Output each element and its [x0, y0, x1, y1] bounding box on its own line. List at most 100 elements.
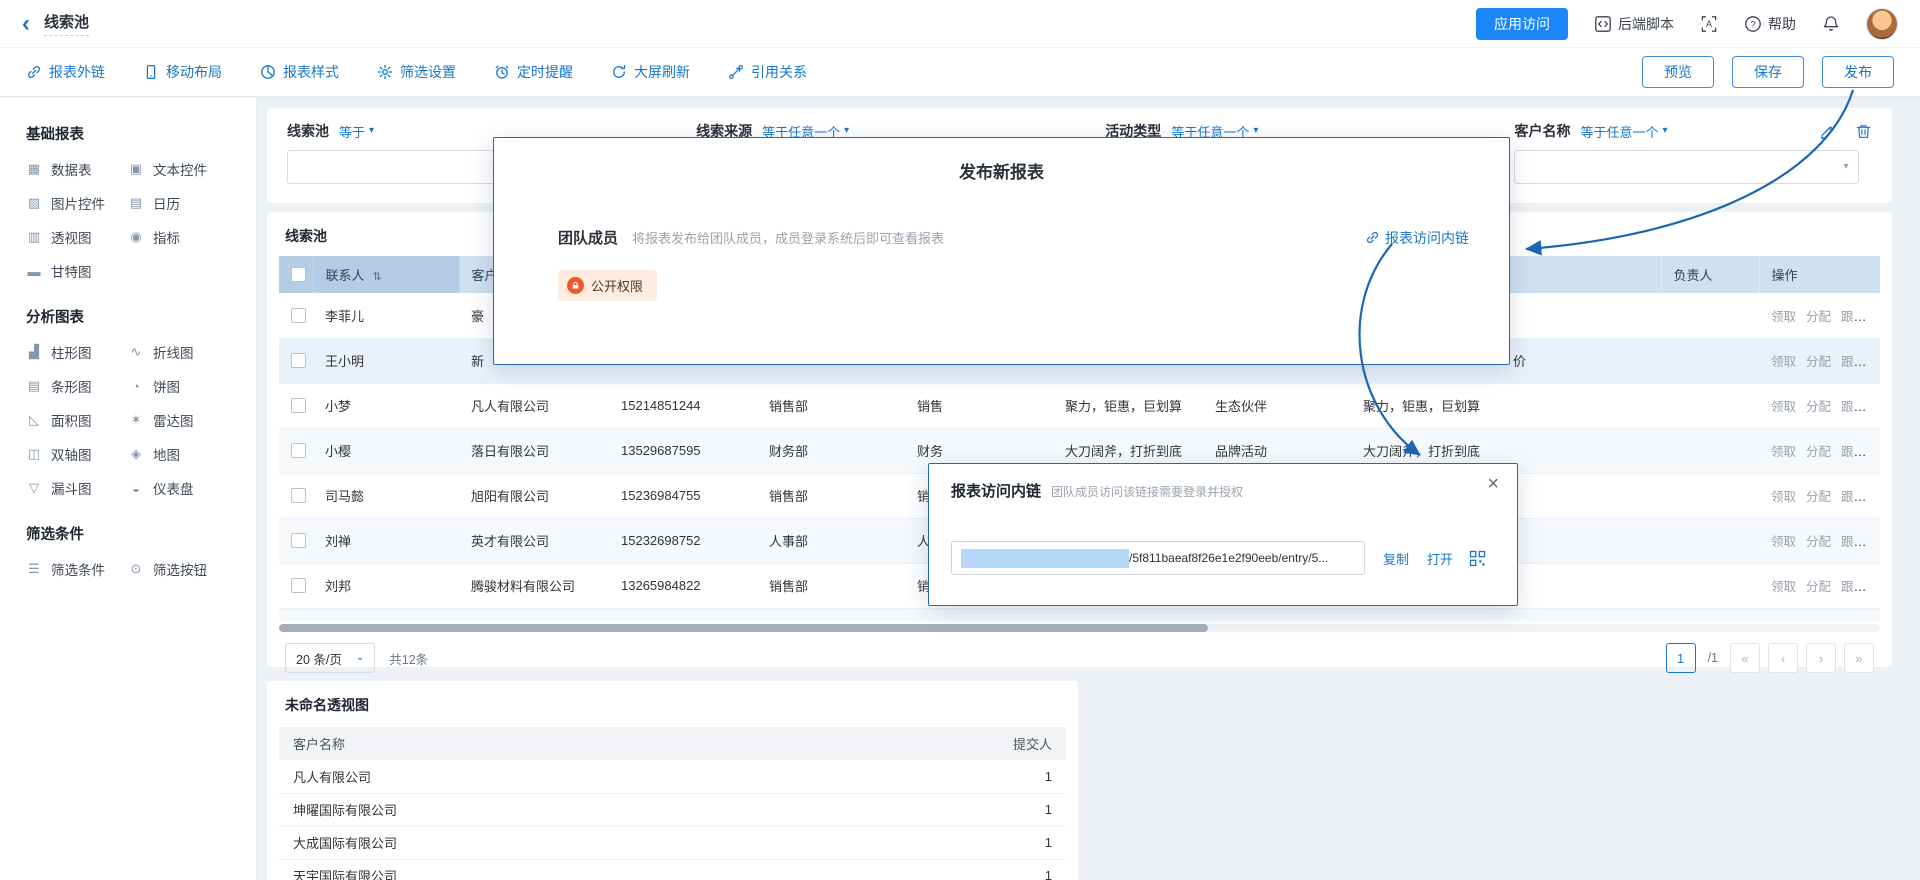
toolbar-item-report-style[interactable]: 报表样式 — [260, 62, 339, 82]
cell-owner — [1661, 518, 1759, 563]
publish-button[interactable]: 发布 — [1822, 56, 1894, 88]
edit-icon[interactable] — [1820, 123, 1837, 140]
report-internal-link-button[interactable]: 报表访问内链 — [1365, 228, 1469, 248]
row-checkbox[interactable] — [291, 533, 306, 548]
first-page-button[interactable]: « — [1730, 643, 1760, 673]
assign-link[interactable]: 分配 — [1806, 580, 1831, 594]
sidebar-item-label: 数据表 — [51, 159, 92, 179]
sidebar-item-dual-axis-chart[interactable]: ◫双轴图 — [26, 437, 128, 471]
row-checkbox[interactable] — [291, 353, 306, 368]
sidebar-item-image-widget[interactable]: ▨图片控件 — [26, 186, 128, 220]
assign-link[interactable]: 分配 — [1806, 490, 1831, 504]
chevron-down-icon: ▾ — [1662, 126, 1667, 136]
filter-input-customer-name[interactable]: ▾ — [1514, 150, 1859, 184]
claim-link[interactable]: 领取 — [1771, 490, 1796, 504]
prev-page-button[interactable]: ‹ — [1768, 643, 1798, 673]
select-all-checkbox[interactable] — [291, 267, 306, 282]
toolbar-item-mobile-layout[interactable]: 移动布局 — [143, 62, 222, 82]
claim-link[interactable]: 领取 — [1771, 310, 1796, 324]
sidebar-item-calendar[interactable]: ▤日历 — [128, 186, 230, 220]
app-access-button[interactable]: 应用访问 — [1476, 8, 1568, 40]
claim-link[interactable]: 领取 — [1771, 445, 1796, 459]
sidebar-item-funnel-chart[interactable]: ▽漏斗图 — [26, 471, 128, 505]
report-url-input[interactable]: /5f811baeaf8f26e1e2f90eeb/entry/5... — [951, 541, 1365, 575]
sidebar-item-map-chart[interactable]: ◈地图 — [128, 437, 230, 471]
sidebar-item-label: 透视图 — [51, 227, 92, 247]
follow-up-link[interactable]: 跟进记录 — [1841, 445, 1880, 459]
assign-link[interactable]: 分配 — [1806, 310, 1831, 324]
sidebar-item-data-table[interactable]: ▦数据表 — [26, 152, 128, 186]
close-icon[interactable]: × — [1487, 474, 1499, 494]
follow-up-link[interactable]: 跟进记录 — [1841, 355, 1880, 369]
row-checkbox[interactable] — [291, 488, 306, 503]
cell-select — [279, 518, 313, 563]
current-page[interactable]: 1 — [1666, 643, 1696, 673]
row-checkbox[interactable] — [291, 443, 306, 458]
assign-link[interactable]: 分配 — [1806, 535, 1831, 549]
app-header: ‹ 线索池 应用访问 后端脚本 A ? 帮助 — [0, 0, 1920, 48]
row-checkbox[interactable] — [291, 578, 306, 593]
translate-icon[interactable]: A — [1700, 15, 1718, 33]
cell-contact: 李菲儿 — [313, 293, 459, 338]
sidebar-item-gauge-chart[interactable]: ◒仪表盘 — [128, 471, 230, 505]
sidebar-item-pivot-chart[interactable]: ▥透视图 — [26, 220, 128, 254]
horizontal-scrollbar[interactable] — [279, 624, 1208, 632]
filter-operator[interactable]: 等于▾ — [339, 122, 374, 141]
sidebar-item-line-chart[interactable]: ∿折线图 — [128, 335, 230, 369]
sidebar-item-label: 日历 — [153, 193, 180, 213]
cell-actions: 领取分配跟进记录 — [1759, 473, 1880, 518]
sidebar-item-area-chart[interactable]: ◺面积图 — [26, 403, 128, 437]
cell-owner — [1661, 338, 1759, 383]
toolbar-item-timed-reminder[interactable]: 定时提醒 — [494, 62, 573, 82]
follow-up-link[interactable]: 跟进记录 — [1841, 310, 1880, 324]
sidebar-item-bar-chart[interactable]: ▤条形图 — [26, 369, 128, 403]
row-checkbox[interactable] — [291, 308, 306, 323]
sidebar-item-indicator[interactable]: ◉指标 — [128, 220, 230, 254]
cell-company: 落日有限公司 — [459, 428, 609, 473]
follow-up-link[interactable]: 跟进记录 — [1841, 535, 1880, 549]
toolbar-item-screen-refresh[interactable]: 大屏刷新 — [611, 62, 690, 82]
sidebar-item-column-chart[interactable]: ▟柱形图 — [26, 335, 128, 369]
row-checkbox[interactable] — [291, 398, 306, 413]
qrcode-icon[interactable] — [1469, 550, 1486, 567]
help-button[interactable]: ? 帮助 — [1744, 14, 1796, 34]
open-link[interactable]: 打开 — [1427, 549, 1453, 568]
claim-link[interactable]: 领取 — [1771, 355, 1796, 369]
toolbar-item-filter-settings[interactable]: 筛选设置 — [377, 62, 456, 82]
claim-link[interactable]: 领取 — [1771, 400, 1796, 414]
follow-up-link[interactable]: 跟进记录 — [1841, 400, 1880, 414]
follow-up-link[interactable]: 跟进记录 — [1841, 580, 1880, 594]
preview-button[interactable]: 预览 — [1642, 56, 1714, 88]
claim-link[interactable]: 领取 — [1771, 580, 1796, 594]
follow-up-link[interactable]: 跟进记录 — [1841, 490, 1880, 504]
toolbar-item-external-link[interactable]: 报表外链 — [26, 62, 105, 82]
sidebar-item-filter-button[interactable]: ⊙筛选按钮 — [128, 552, 230, 586]
sidebar-item-filter-condition[interactable]: ☰筛选条件 — [26, 552, 128, 586]
claim-link[interactable]: 领取 — [1771, 535, 1796, 549]
sidebar-item-pie-chart[interactable]: ◔饼图 — [128, 369, 230, 403]
sidebar-item-radar-chart[interactable]: ✶雷达图 — [128, 403, 230, 437]
back-button[interactable]: ‹ — [22, 4, 30, 44]
cell-owner — [1661, 428, 1759, 473]
next-page-button[interactable]: › — [1806, 643, 1836, 673]
backend-script-button[interactable]: 后端脚本 — [1594, 14, 1674, 34]
notification-bell-icon[interactable] — [1822, 15, 1840, 33]
assign-link[interactable]: 分配 — [1806, 355, 1831, 369]
filter-operator[interactable]: 等于任意一个▾ — [1580, 122, 1667, 141]
cell-actions: 领取分配跟进记录 — [1759, 563, 1880, 608]
sort-icon[interactable]: ⇅ — [373, 271, 382, 283]
save-button[interactable]: 保存 — [1732, 56, 1804, 88]
assign-link[interactable]: 分配 — [1806, 445, 1831, 459]
copy-link[interactable]: 复制 — [1383, 549, 1409, 568]
avatar[interactable] — [1866, 8, 1898, 40]
cell-dept: 财务部 — [757, 428, 905, 473]
assign-link[interactable]: 分配 — [1806, 400, 1831, 414]
page-size-select[interactable]: 20 条/页 ⌄ — [285, 643, 375, 673]
toolbar-item-reference-relations[interactable]: 引用关系 — [728, 62, 807, 82]
sidebar-item-gantt-chart[interactable]: ▬甘特图 — [26, 254, 128, 288]
delete-icon[interactable] — [1855, 123, 1872, 140]
funnel-chart-icon: ▽ — [26, 480, 42, 496]
sidebar-item-text-widget[interactable]: ▣文本控件 — [128, 152, 230, 186]
public-permission-tag[interactable]: 公开权限 — [558, 270, 657, 301]
last-page-button[interactable]: » — [1844, 643, 1874, 673]
